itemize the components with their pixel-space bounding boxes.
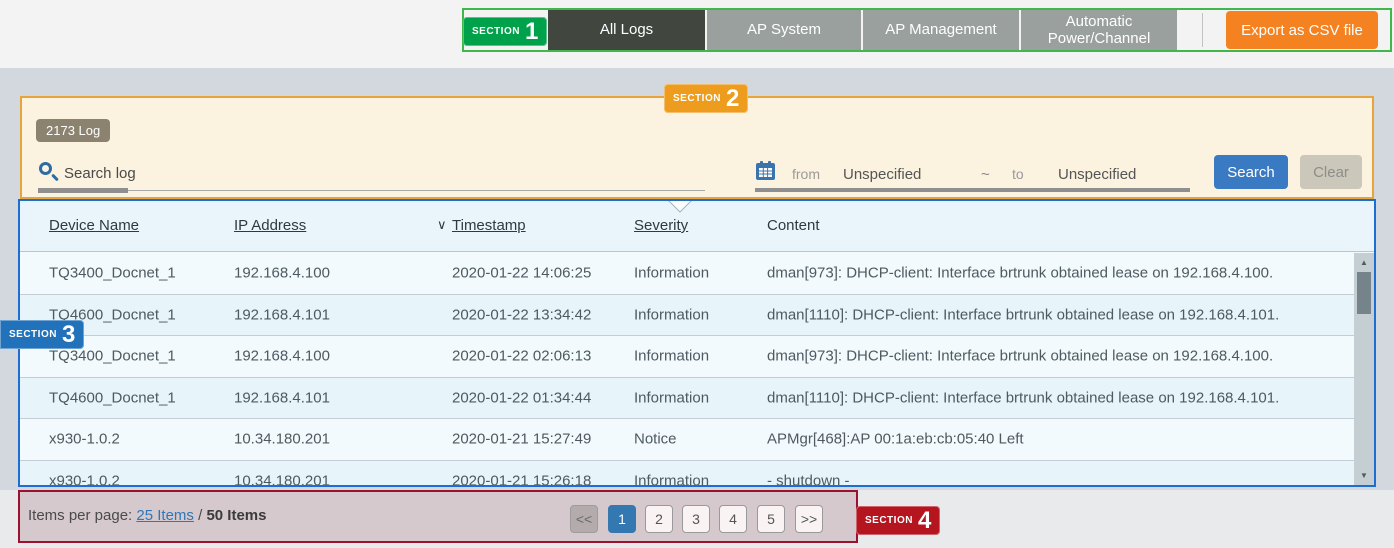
tab-automatic-power-channel[interactable]: Automatic Power/Channel: [1021, 10, 1177, 50]
column-header-ip-address[interactable]: IP Address: [234, 217, 306, 234]
table-row[interactable]: TQ4600_Docnet_1 192.168.4.101 2020-01-22…: [20, 378, 1354, 420]
cell-content: dman[1110]: DHCP-client: Interface brtru…: [767, 389, 1279, 406]
tab-all-logs[interactable]: All Logs: [548, 10, 705, 50]
date-range-separator: ~: [981, 166, 990, 183]
cell-content: dman[973]: DHCP-client: Interface brtrun…: [767, 348, 1273, 365]
cell-content: dman[973]: DHCP-client: Interface brtrun…: [767, 265, 1273, 282]
scroll-up-icon[interactable]: ▲: [1354, 255, 1374, 270]
date-fields-underline: [755, 188, 1190, 192]
section-4-badge: SECTION 4: [856, 506, 940, 535]
cell-severity: Information: [634, 306, 709, 323]
tab-label: AP System: [747, 21, 821, 38]
cell-ip-address: 192.168.4.100: [234, 265, 330, 282]
date-to-field[interactable]: Unspecified: [1058, 166, 1136, 183]
cell-severity: Notice: [634, 431, 677, 448]
date-from-field[interactable]: Unspecified: [843, 166, 921, 183]
search-button[interactable]: Search: [1214, 155, 1288, 189]
items-separator: /: [194, 507, 207, 524]
prev-page-button[interactable]: <<: [570, 505, 598, 533]
section-3-badge: SECTION 3: [0, 320, 84, 349]
toolbar-divider: [1202, 13, 1203, 47]
items-per-page: Items per page: 25 Items / 50 Items: [28, 507, 267, 524]
table-row[interactable]: x930-1.0.2 10.34.180.201 2020-01-21 15:2…: [20, 461, 1354, 486]
cell-content: - shutdown -: [767, 472, 850, 485]
page-button-5[interactable]: 5: [757, 505, 785, 533]
scrollbar-thumb[interactable]: [1357, 272, 1371, 314]
tab-label: AP Management: [885, 21, 996, 38]
section-1-badge: SECTION 1: [463, 17, 547, 46]
search-log-input[interactable]: Search log: [64, 165, 136, 182]
tab-label: Automatic Power/Channel: [1035, 13, 1163, 48]
cell-ip-address: 192.168.4.101: [234, 389, 330, 406]
cell-severity: Information: [634, 265, 709, 282]
cell-severity: Information: [634, 389, 709, 406]
table-row[interactable]: TQ3400_Docnet_1 192.168.4.100 2020-01-22…: [20, 336, 1354, 378]
page-size-link[interactable]: 25 Items: [136, 507, 194, 524]
cell-device-name: TQ3400_Docnet_1: [49, 265, 176, 282]
search-icon: [39, 162, 52, 175]
table-row[interactable]: TQ3400_Docnet_1 192.168.4.100 2020-01-22…: [20, 253, 1354, 295]
sort-descending-icon[interactable]: ∨: [437, 217, 447, 233]
table-header-row: Device Name IP Address ∨ Timestamp Sever…: [20, 201, 1374, 252]
calendar-icon[interactable]: [755, 160, 776, 181]
next-page-button[interactable]: >>: [795, 505, 823, 533]
log-count-badge: 2173 Log: [36, 119, 110, 142]
cell-severity: Information: [634, 348, 709, 365]
export-csv-button[interactable]: Export as CSV file: [1226, 11, 1378, 49]
cell-timestamp: 2020-01-22 14:06:25: [452, 265, 591, 282]
log-table: Device Name IP Address ∨ Timestamp Sever…: [20, 201, 1374, 485]
section-2-badge: SECTION 2: [664, 84, 748, 113]
column-header-timestamp[interactable]: Timestamp: [452, 217, 526, 234]
cell-ip-address: 10.34.180.201: [234, 431, 330, 448]
page-button-1[interactable]: 1: [608, 505, 636, 533]
cell-device-name: x930-1.0.2: [49, 472, 120, 485]
date-from-label: from: [792, 166, 820, 182]
tab-ap-system[interactable]: AP System: [707, 10, 861, 50]
cell-timestamp: 2020-01-21 15:27:49: [452, 431, 591, 448]
column-header-content: Content: [767, 217, 820, 234]
cell-ip-address: 192.168.4.101: [234, 306, 330, 323]
cell-ip-address: 10.34.180.201: [234, 472, 330, 485]
table-body: TQ3400_Docnet_1 192.168.4.100 2020-01-22…: [20, 253, 1374, 485]
cell-content: APMgr[468]:AP 00:1a:eb:cb:05:40 Left: [767, 431, 1024, 448]
page-button-3[interactable]: 3: [682, 505, 710, 533]
log-viewer-screen: All Logs AP System AP Management Automat…: [0, 0, 1394, 548]
search-input-underline: [38, 190, 705, 191]
column-header-device-name[interactable]: Device Name: [49, 217, 139, 234]
cell-device-name: TQ3400_Docnet_1: [49, 348, 176, 365]
cell-timestamp: 2020-01-21 15:26:18: [452, 472, 591, 485]
cell-device-name: x930-1.0.2: [49, 431, 120, 448]
cell-ip-address: 192.168.4.100: [234, 348, 330, 365]
items-per-page-label: Items per page:: [28, 507, 132, 524]
column-header-severity[interactable]: Severity: [634, 217, 688, 234]
vertical-scrollbar[interactable]: ▲ ▼: [1354, 253, 1374, 485]
total-items-label: 50 Items: [206, 507, 266, 524]
pagination-bar: Items per page: 25 Items / 50 Items << 1…: [20, 492, 856, 541]
tab-label: All Logs: [600, 21, 653, 38]
cell-content: dman[1110]: DHCP-client: Interface brtru…: [767, 306, 1279, 323]
scroll-down-icon[interactable]: ▼: [1354, 468, 1374, 483]
page-button-2[interactable]: 2: [645, 505, 673, 533]
cell-severity: Information: [634, 472, 709, 485]
clear-button[interactable]: Clear: [1300, 155, 1362, 189]
panel-pointer-notch: [660, 201, 700, 214]
cell-timestamp: 2020-01-22 02:06:13: [452, 348, 591, 365]
cell-device-name: TQ4600_Docnet_1: [49, 389, 176, 406]
page-button-4[interactable]: 4: [719, 505, 747, 533]
table-row[interactable]: TQ4600_Docnet_1 192.168.4.101 2020-01-22…: [20, 295, 1354, 337]
cell-timestamp: 2020-01-22 01:34:44: [452, 389, 591, 406]
tab-ap-management[interactable]: AP Management: [863, 10, 1019, 50]
cell-timestamp: 2020-01-22 13:34:42: [452, 306, 591, 323]
search-input-underline-accent: [38, 188, 128, 193]
table-row[interactable]: x930-1.0.2 10.34.180.201 2020-01-21 15:2…: [20, 419, 1354, 461]
date-to-label: to: [1012, 166, 1024, 182]
